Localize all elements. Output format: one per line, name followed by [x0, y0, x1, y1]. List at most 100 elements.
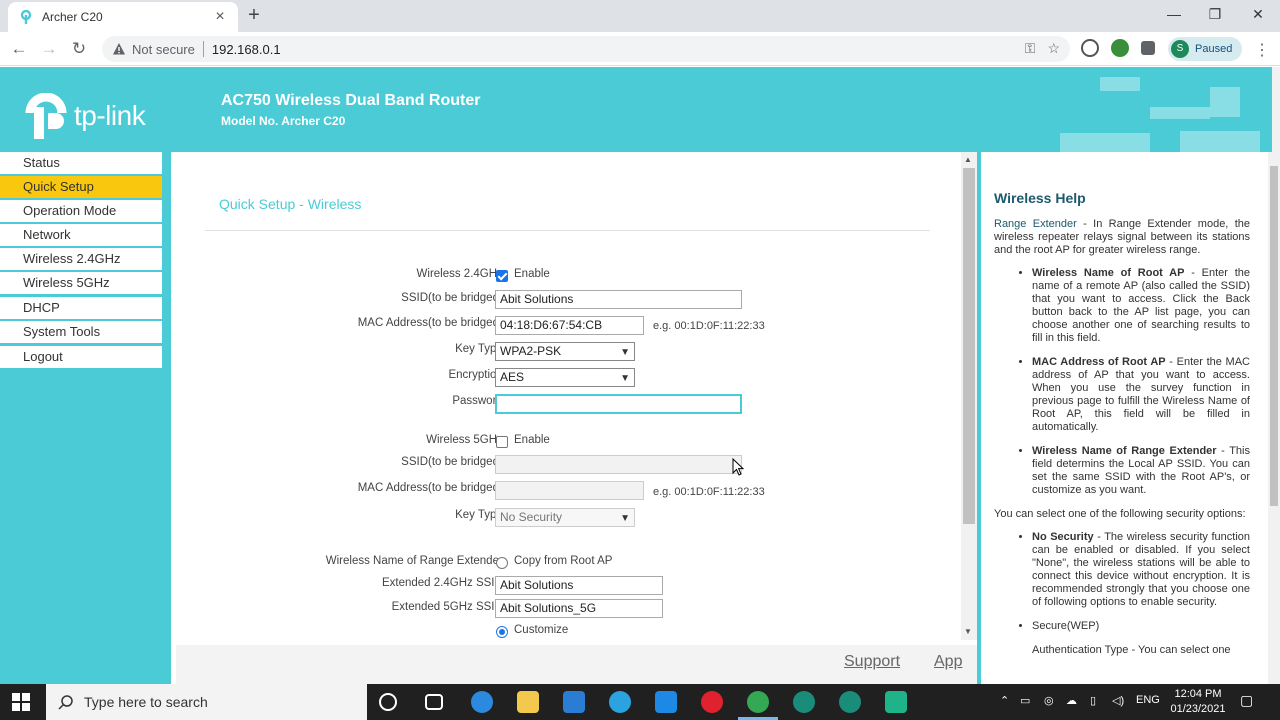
telegram-icon[interactable] [609, 691, 631, 713]
back-icon[interactable]: ← [8, 38, 30, 60]
sidebar-item-status[interactable]: Status [0, 152, 162, 174]
windows-start-icon[interactable] [12, 693, 30, 711]
file-explorer-icon[interactable] [517, 691, 539, 713]
help-panel: Wireless Help Range Extender - In Range … [981, 152, 1268, 684]
search-placeholder: Type here to search [84, 694, 208, 710]
task-view-icon[interactable] [425, 694, 443, 710]
encryption-label: Encryption: [448, 369, 506, 381]
mac-5-input[interactable] [495, 481, 644, 500]
tray-volume-icon[interactable]: ◁) [1112, 694, 1124, 707]
taskbar-search[interactable]: Type here to search [46, 684, 367, 720]
ssid-5-input[interactable] [495, 455, 742, 474]
header-decoration [1150, 107, 1210, 119]
tray-chevron-icon[interactable]: ⌃ [1000, 694, 1009, 707]
address-bar[interactable]: Not secure 192.168.0.1 ⚿ ☆ [102, 36, 1070, 62]
tp-link-logo-icon [22, 93, 70, 139]
customize-radio[interactable] [496, 626, 508, 638]
main-frame: Quick Setup - Wireless Wireless 2.4GHz: … [171, 152, 977, 684]
window-close-icon[interactable]: ✕ [1248, 6, 1268, 23]
help-scroll-thumb[interactable] [1270, 166, 1278, 506]
ssid-24-input[interactable]: Abit Solutions [495, 290, 742, 309]
keytype-5-select[interactable]: No Security ▼ [495, 508, 635, 527]
list-item: No Security - The wireless security func… [1032, 531, 1250, 609]
sidebar-item-network[interactable]: Network [0, 224, 162, 246]
app-icon[interactable] [839, 691, 861, 713]
ext-ssid-5-input[interactable]: Abit Solutions_5G [495, 599, 663, 618]
main-scroll-thumb[interactable] [963, 168, 975, 524]
ext-ssid-5-label: Extended 5GHz SSID: [391, 601, 506, 613]
help-term: MAC Address of Root AP [1032, 356, 1166, 368]
sidebar-item-logout[interactable]: Logout [0, 346, 162, 368]
app-link[interactable]: App [934, 653, 962, 671]
clock-time: 12:04 PM [1174, 688, 1222, 700]
tray-globe-icon[interactable]: ◎ [1044, 694, 1054, 707]
help-term: Wireless Name of Range Extender [1032, 445, 1217, 457]
copy-from-root-radio[interactable] [496, 557, 508, 569]
ext-ssid-24-label: Extended 2.4GHz SSID: [381, 577, 506, 589]
wireless-24-enable-checkbox[interactable] [496, 270, 508, 282]
keytype-24-select[interactable]: WPA2-PSK ▼ [495, 342, 635, 361]
password-label: Password: [452, 395, 506, 407]
list-item: Wireless Name of Root AP - Enter the nam… [1032, 267, 1250, 345]
password-input[interactable] [495, 394, 742, 414]
ssid-5-label: SSID(to be bridged): [401, 456, 506, 468]
new-tab-icon[interactable]: + [244, 5, 264, 25]
notification-icon[interactable]: ▢ [1240, 692, 1253, 709]
cortana-icon[interactable] [379, 693, 397, 711]
scroll-up-icon[interactable]: ▲ [964, 155, 972, 164]
wireless-24-enable-label: Enable [514, 268, 550, 280]
sidebar-item-system-tools[interactable]: System Tools [0, 321, 162, 343]
sidebar-item-dhcp[interactable]: DHCP [0, 297, 162, 319]
sidebar-item-wireless-24[interactable]: Wireless 2.4GHz [0, 248, 162, 270]
maximize-icon[interactable]: ❐ [1205, 6, 1225, 23]
chevron-down-icon: ▼ [620, 347, 630, 358]
tab-close-icon[interactable]: × [212, 9, 228, 25]
forward-icon[interactable]: → [38, 38, 60, 60]
extensions-puzzle-icon[interactable] [1141, 41, 1155, 55]
logo-text: tp-link [74, 100, 146, 131]
key-icon[interactable]: ⚿ [1025, 40, 1036, 57]
mac-24-input[interactable]: 04:18:D6:67:54:CB [495, 316, 644, 335]
language-indicator[interactable]: ENG [1136, 694, 1160, 706]
scroll-down-icon[interactable]: ▼ [964, 627, 972, 636]
camtasia-icon[interactable] [885, 691, 907, 713]
tray-network-icon[interactable]: ▭ [1020, 694, 1030, 707]
store-icon[interactable] [563, 691, 585, 713]
opera-icon[interactable] [701, 691, 723, 713]
sidebar-item-quick-setup[interactable]: Quick Setup [0, 176, 162, 198]
tray-cloud-icon[interactable]: ☁ [1066, 694, 1077, 707]
encryption-select[interactable]: AES ▼ [495, 368, 635, 387]
search-icon [58, 695, 73, 710]
profile-button[interactable]: S Paused [1168, 37, 1242, 61]
clock[interactable]: 12:04 PM 01/23/2021 [1166, 687, 1230, 717]
mac-5-hint: e.g. 00:1D:0F:11:22:33 [653, 486, 765, 498]
wireless-5-enable-checkbox[interactable] [496, 436, 508, 448]
help-scrollbar[interactable] [1268, 152, 1280, 684]
extension-globe-icon[interactable] [1111, 39, 1129, 57]
tray-mic-icon[interactable]: ▯ [1090, 694, 1096, 707]
browser-tab-bar: Archer C20 × + — ❐ ✕ [0, 0, 1280, 32]
extension-g-icon[interactable] [1081, 39, 1099, 57]
browser-tab[interactable]: Archer C20 × [8, 2, 238, 32]
main-scrollbar[interactable]: ▲ ▼ [961, 152, 977, 640]
mail-icon[interactable] [655, 691, 677, 713]
help-term: No Security [1032, 531, 1094, 543]
sidebar-item-wireless-5[interactable]: Wireless 5GHz [0, 272, 162, 294]
wireless-5-enable-label: Enable [514, 434, 550, 446]
star-icon[interactable]: ☆ [1047, 40, 1060, 57]
header-decoration [1180, 131, 1260, 152]
reload-icon[interactable]: ↻ [68, 38, 90, 60]
sidebar-item-operation-mode[interactable]: Operation Mode [0, 200, 162, 222]
customize-label: Customize [514, 624, 569, 636]
encryption-value: AES [500, 370, 525, 384]
app-icon[interactable] [793, 691, 815, 713]
chevron-down-icon: ▼ [620, 373, 630, 384]
browser-menu-icon[interactable]: ⋮ [1254, 40, 1270, 60]
wireless-5-label: Wireless 5GHz: [426, 434, 506, 446]
mac-24-hint: e.g. 00:1D:0F:11:22:33 [653, 320, 765, 332]
chrome-icon[interactable] [747, 691, 769, 713]
ext-ssid-24-input[interactable]: Abit Solutions [495, 576, 663, 595]
minimize-icon[interactable]: — [1164, 6, 1184, 22]
edge-icon[interactable] [471, 691, 493, 713]
support-link[interactable]: Support [844, 653, 900, 671]
